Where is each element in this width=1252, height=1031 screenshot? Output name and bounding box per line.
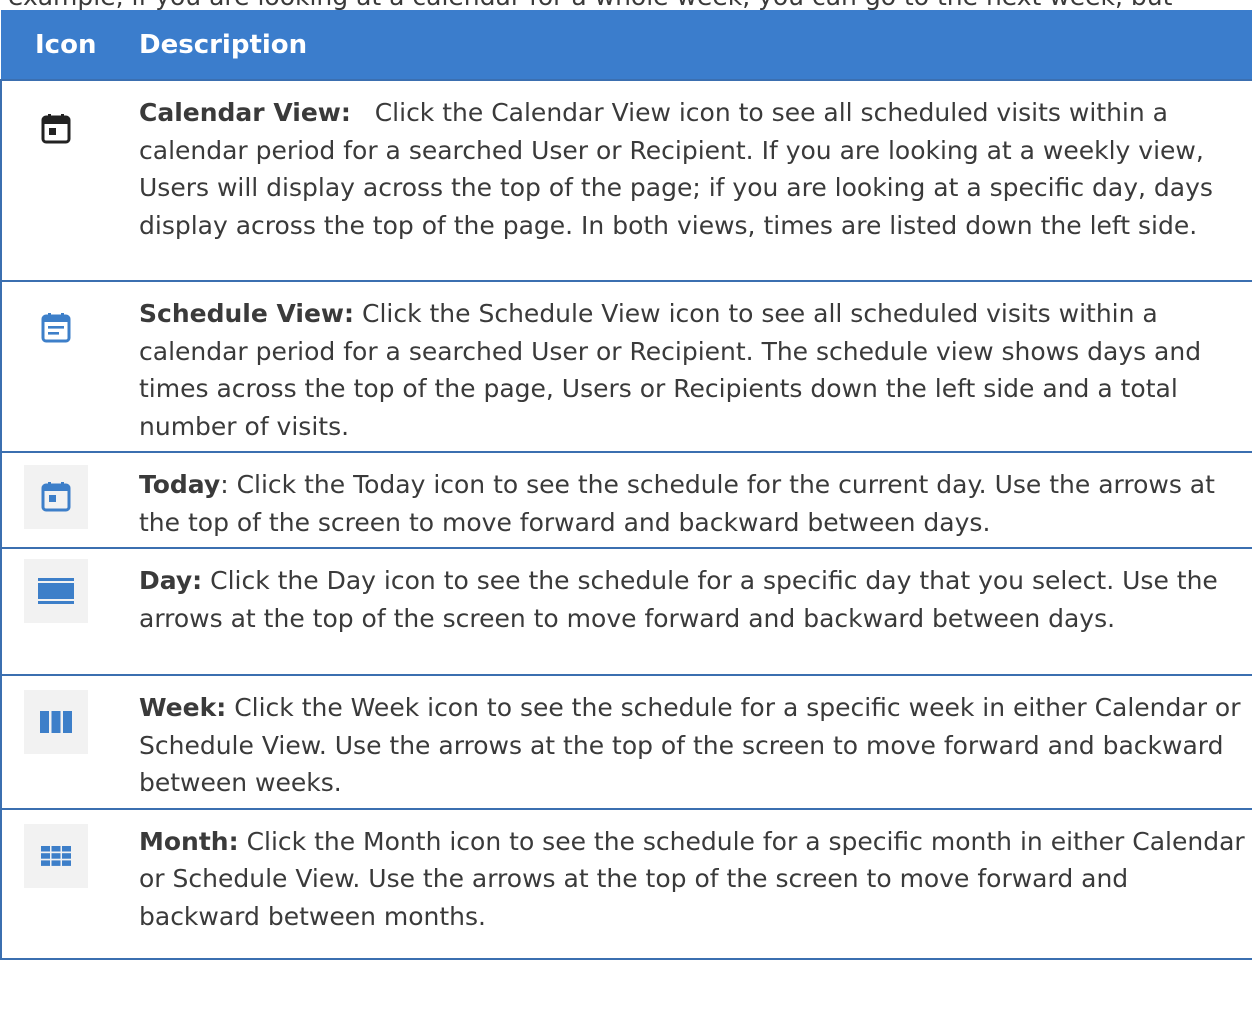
icon-cell (0, 451, 127, 548)
table-header-row: Icon Description (1, 10, 1252, 80)
table-row: Calendar View: Click the Calendar View i… (0, 79, 1252, 281)
row-sep (354, 299, 362, 328)
row-term: Month: (139, 826, 239, 856)
row-term: Week: (139, 693, 227, 722)
icon-cell (0, 280, 127, 452)
row-sep (202, 566, 210, 595)
row-term: Calendar View: (139, 98, 351, 127)
row-term: Schedule View: (139, 299, 355, 328)
table-row: Week: Click the Week icon to see the sch… (0, 674, 1252, 809)
today-icon (24, 465, 88, 529)
row-text: Click the Day icon to see the schedule f… (139, 566, 1218, 633)
icon-cell (0, 674, 127, 809)
week-icon (24, 690, 88, 754)
table-row: Day: Click the Day icon to see the sched… (0, 547, 1252, 675)
icon-description-table: Icon Description Calendar View: Click th… (0, 10, 1252, 960)
row-sep (239, 827, 247, 856)
table-row: Schedule View: Click the Schedule View i… (0, 280, 1252, 452)
row-sep: : (220, 470, 237, 499)
row-text: Click the Month icon to see the schedule… (139, 826, 1245, 931)
row-text: Click the Week icon to see the schedule … (139, 693, 1241, 797)
description-cell: Month: Click the Month icon to see the s… (127, 807, 1252, 960)
header-description: Description (127, 10, 1252, 80)
day-icon (24, 559, 88, 623)
description-cell: Day: Click the Day icon to see the sched… (127, 547, 1252, 675)
icon-cell (0, 79, 127, 281)
description-cell: Schedule View: Click the Schedule View i… (127, 280, 1252, 452)
row-text: Click the Today icon to see the schedule… (139, 470, 1215, 537)
icon-cell (0, 807, 127, 960)
schedule-view-icon (24, 296, 88, 360)
description-cell: Calendar View: Click the Calendar View i… (127, 79, 1252, 281)
row-sep (351, 98, 375, 127)
description-cell: Today: Click the Today icon to see the s… (127, 451, 1252, 548)
row-sep (226, 693, 234, 722)
month-icon (24, 823, 88, 888)
description-cell: Week: Click the Week icon to see the sch… (127, 674, 1252, 809)
table-row: Today: Click the Today icon to see the s… (0, 451, 1252, 548)
calendar-view-icon (24, 97, 88, 161)
header-icon: Icon (1, 10, 127, 80)
row-term: Day: (139, 566, 203, 595)
table-row: Month: Click the Month icon to see the s… (0, 807, 1252, 960)
cutoff-text: example, if you are looking at a calenda… (0, 0, 1252, 10)
row-term: Today (139, 470, 221, 499)
icon-cell (0, 547, 127, 675)
